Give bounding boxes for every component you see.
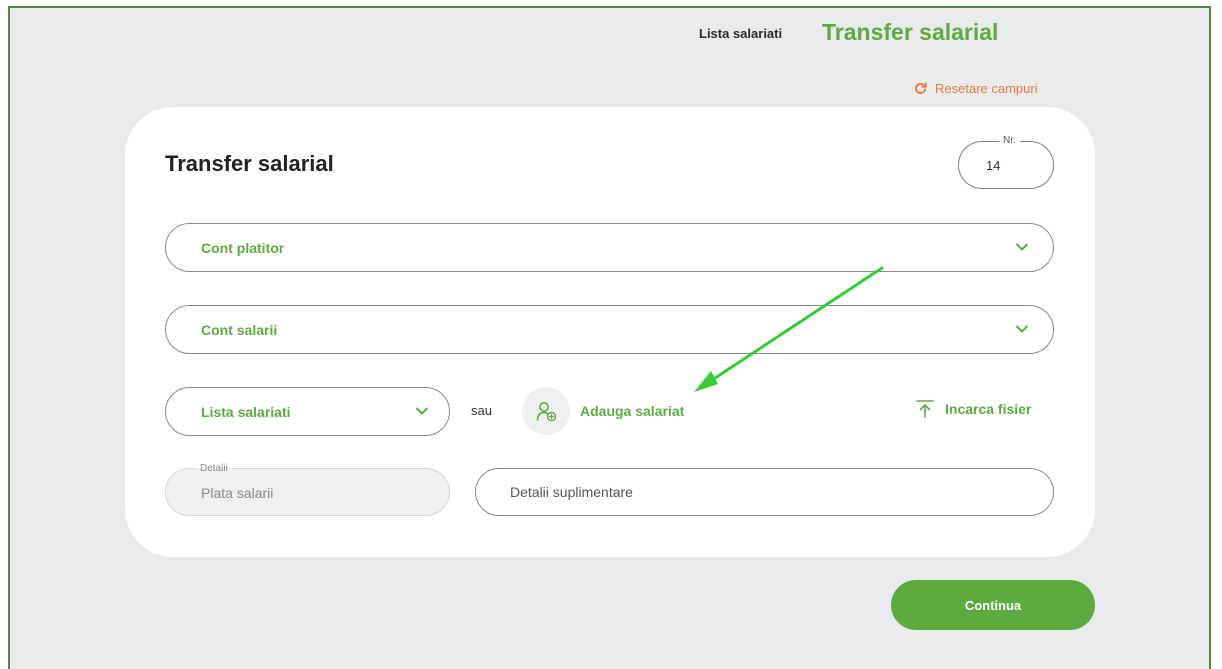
add-employee-button[interactable]: Adauga salariat [522, 387, 684, 435]
page-title: Transfer salarial [165, 151, 334, 176]
payer-account-select[interactable]: Cont platitor [165, 223, 1054, 272]
salary-account-select[interactable]: Cont salarii [165, 305, 1054, 354]
document-number-value: 14 [986, 158, 1001, 173]
nav-link-lista-salariati[interactable]: Lista salariati [699, 26, 782, 41]
document-number-legend: Nr. [999, 135, 1020, 146]
payer-account-label: Cont platitor [201, 240, 285, 256]
details-value: Plata salarii [201, 485, 274, 501]
top-nav: Lista salariati Transfer salarial [0, 19, 1222, 46]
reset-fields-button[interactable]: Resetare campuri [914, 81, 1038, 96]
details-legend: Detalii [196, 463, 232, 474]
chevron-down-icon [1016, 243, 1028, 251]
extra-details-input[interactable] [475, 468, 1054, 516]
or-separator-text: sau [471, 403, 492, 418]
upload-icon [916, 400, 934, 418]
add-user-icon [536, 402, 557, 422]
upload-file-label: Incarca fisier [945, 401, 1032, 417]
upload-file-button[interactable]: Incarca fisier [915, 399, 1031, 419]
details-field: Detalii Plata salarii [165, 463, 450, 516]
continue-button[interactable]: Continua [891, 580, 1095, 630]
employee-list-label: Lista salariati [201, 404, 291, 420]
refresh-icon [915, 82, 927, 95]
nav-active-transfer-salarial[interactable]: Transfer salarial [822, 19, 998, 46]
salary-account-label: Cont salarii [201, 322, 278, 338]
transfer-form-card: Transfer salarial Nr. 14 Cont platitor C… [125, 107, 1095, 557]
employee-list-select[interactable]: Lista salariati [165, 387, 450, 436]
chevron-down-icon [1016, 325, 1028, 333]
chevron-down-icon [416, 407, 428, 415]
reset-fields-label: Resetare campuri [935, 81, 1038, 96]
document-number-field[interactable]: Nr. 14 [958, 135, 1054, 189]
add-employee-label: Adauga salariat [580, 403, 685, 419]
add-employee-icon-circle [522, 387, 570, 435]
